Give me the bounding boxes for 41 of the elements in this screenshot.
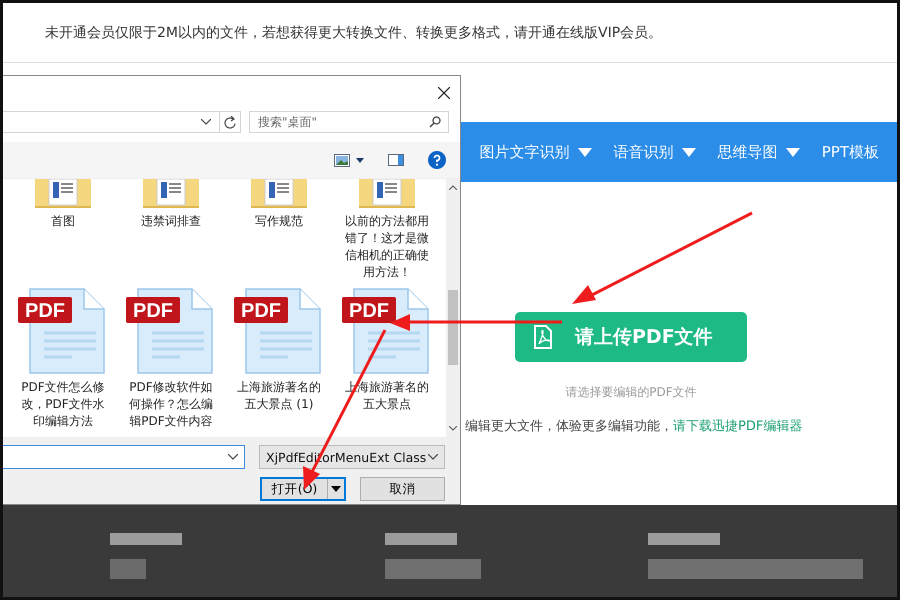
view-picture-icon[interactable]: [334, 154, 350, 166]
file-name[interactable]: 写作规范: [234, 213, 324, 230]
blurred-text: [648, 533, 720, 545]
caret-icon: [786, 148, 800, 156]
scroll-down-icon[interactable]: [449, 426, 457, 431]
blurred-text: [385, 533, 457, 545]
file-name[interactable]: 以前的方法都用错了！这才是微信相机的正确使用方法！: [342, 213, 432, 281]
caret-icon: [578, 148, 592, 156]
file-name[interactable]: PDF文件怎么修改，PDF文件水印编辑方法: [18, 379, 108, 430]
chevron-down-icon: [428, 454, 438, 460]
pdf-label: PDF: [241, 300, 281, 322]
pdf-label: PDF: [349, 300, 389, 322]
blurred-text: [110, 559, 146, 579]
scroll-up-icon[interactable]: [449, 185, 457, 190]
search-icon: [429, 116, 441, 128]
scroll-thumb[interactable]: [448, 290, 458, 365]
refresh-icon: [224, 116, 236, 128]
membership-notice: 未开通会员仅限于2M以内的文件，若想获得更大转换文件、转换更多格式，请开通在线版VIP会员。: [45, 24, 662, 42]
upgrade-note: 编辑更大文件，体验更多编辑功能，: [465, 418, 673, 435]
chevron-down-icon[interactable]: [228, 454, 238, 460]
file-name[interactable]: 上海旅游著名的五大景点 (1): [234, 379, 324, 413]
file-name-field[interactable]: [3, 445, 245, 469]
file-name[interactable]: 违禁词排查: [126, 213, 216, 230]
blurred-text: [110, 533, 182, 545]
scrollbar[interactable]: [446, 179, 460, 437]
pdf-file-icon: [533, 325, 553, 349]
file-name[interactable]: 首图: [18, 213, 108, 230]
caret-icon[interactable]: [356, 158, 364, 162]
help-icon[interactable]: [428, 151, 446, 169]
cancel-button[interactable]: 取消: [360, 477, 445, 501]
upload-hint: 请选择要编辑的PDF文件: [565, 384, 697, 401]
preview-pane-icon[interactable]: [388, 154, 404, 166]
pdf-label: PDF: [133, 300, 173, 322]
caret-icon: [682, 148, 696, 156]
chevron-down-icon[interactable]: [201, 119, 211, 125]
close-icon[interactable]: [438, 87, 450, 99]
search-field[interactable]: 搜索"桌面": [249, 111, 449, 133]
caret-icon: [331, 486, 341, 492]
pdf-label: PDF: [25, 300, 65, 322]
address-field[interactable]: [3, 111, 241, 133]
file-name[interactable]: PDF修改软件如何操作？怎么编辑PDF文件内容: [126, 379, 216, 430]
